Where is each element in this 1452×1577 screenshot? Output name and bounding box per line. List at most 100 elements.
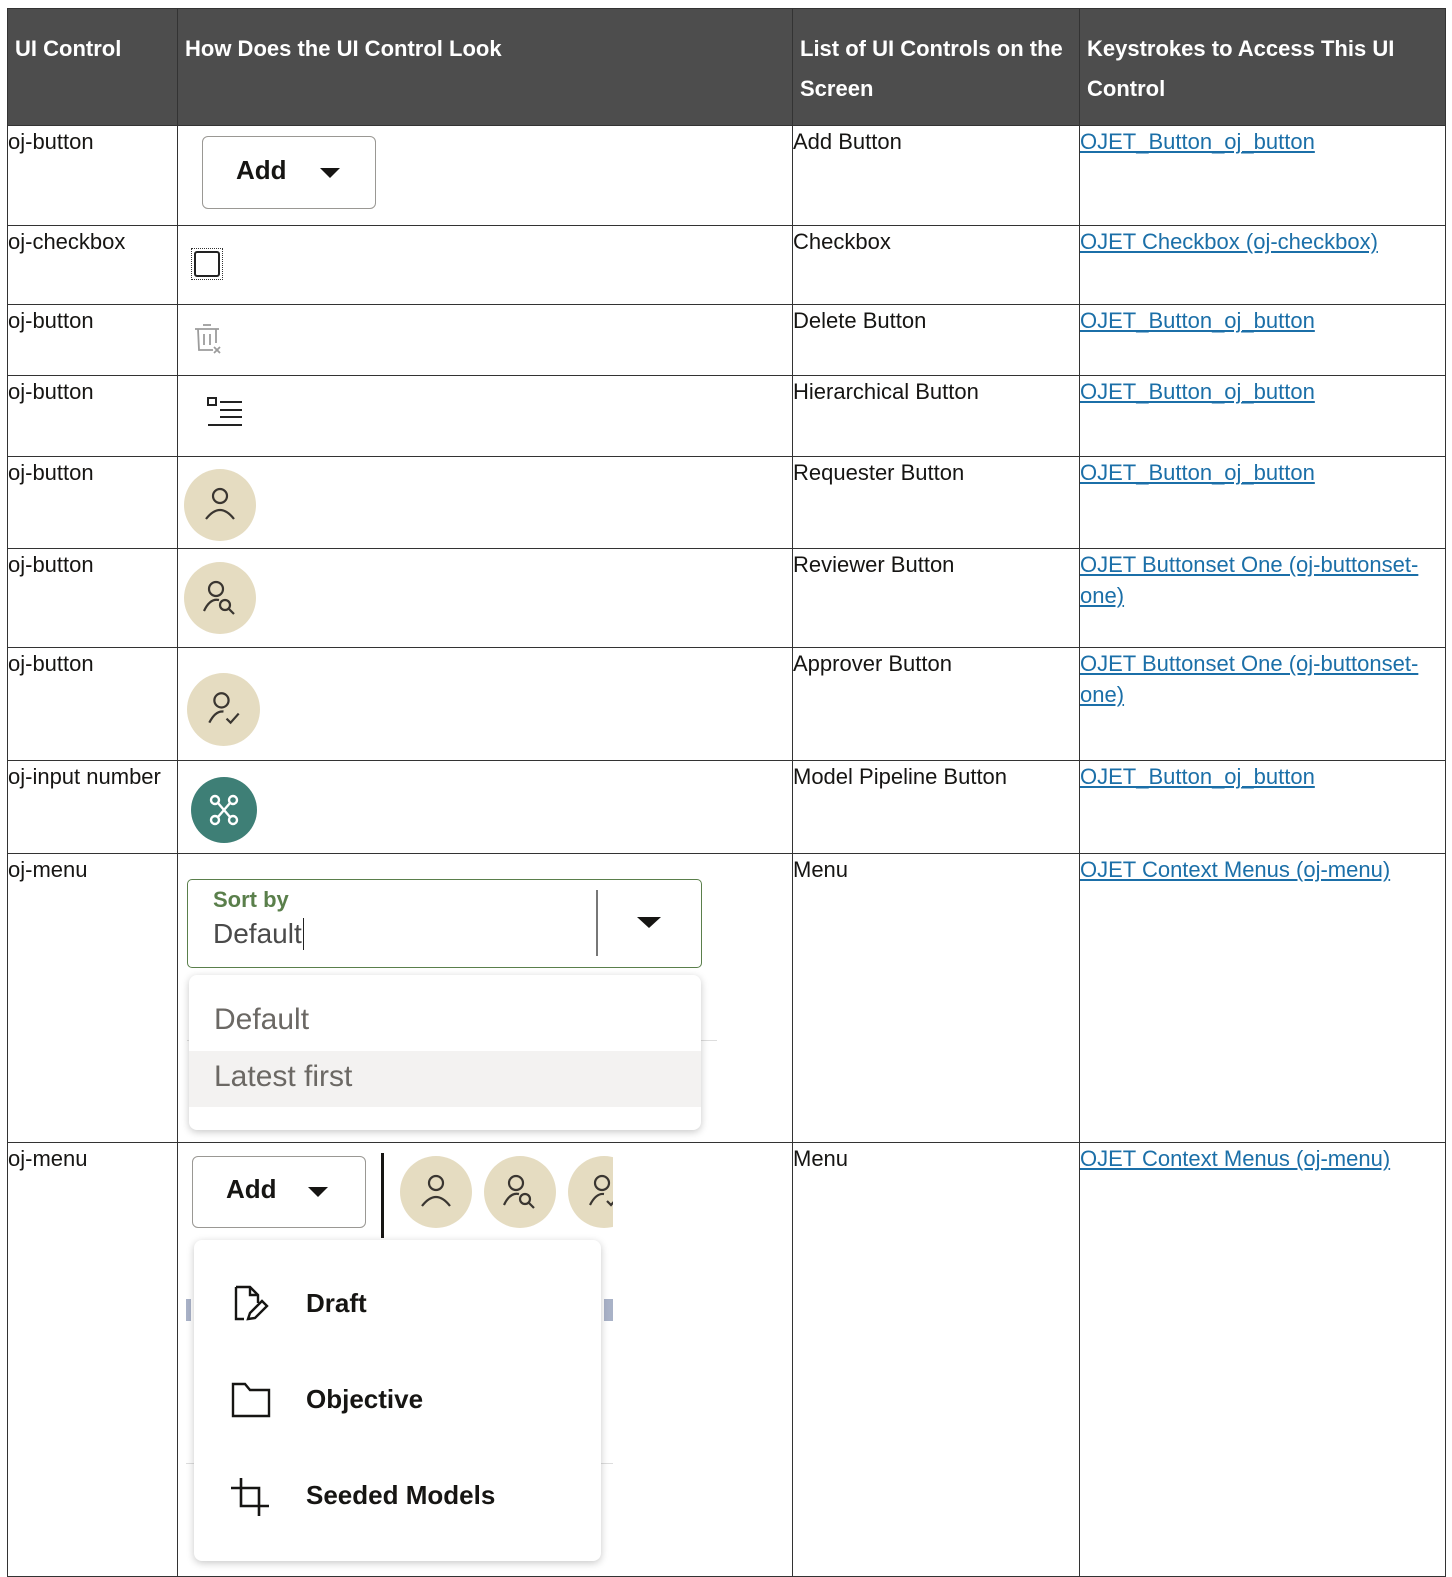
menu-item-objective[interactable]: Objective [306, 1384, 423, 1415]
link-cell: OJET Buttonset One (oj-buttonset-one) [1079, 548, 1446, 648]
table-row: oj-button Delete Button OJET_Button_oj_b… [7, 304, 1446, 376]
sort-options-menu: Default Latest first [189, 975, 701, 1130]
doc-link[interactable]: OJET_Button_oj_button [1080, 460, 1315, 485]
doc-link[interactable]: OJET Context Menus (oj-menu) [1080, 1146, 1390, 1171]
control-cell: oj-button [7, 304, 178, 376]
link-cell: OJET_Button_oj_button [1079, 760, 1446, 854]
control-cell: oj-button [7, 125, 178, 226]
chevron-down-icon[interactable] [637, 917, 661, 928]
requester-button[interactable] [184, 469, 256, 541]
menu-option-latest-first[interactable]: Latest first [214, 1060, 352, 1094]
separator [596, 890, 598, 956]
chevron-down-icon [320, 168, 340, 178]
control-cell: oj-input number [7, 760, 178, 854]
doc-link[interactable]: OJET_Button_oj_button [1080, 764, 1315, 789]
avatar-strip [400, 1156, 613, 1230]
doc-link[interactable]: OJET_Button_oj_button [1080, 308, 1315, 333]
table-row: oj-button Reviewer Button OJET Buttonset… [7, 548, 1446, 648]
list-cell: Requester Button [792, 456, 1080, 549]
visual-cell [177, 760, 793, 854]
table-row: oj-menu Sort by Default Default Latest f… [7, 853, 1446, 1143]
table-row: oj-button Hierarchical Button OJET_Butto… [7, 375, 1446, 457]
person-search-icon [203, 580, 235, 615]
hierarchy-icon[interactable] [206, 396, 246, 432]
header-look: How Does the UI Control Look [177, 8, 793, 126]
person-icon [205, 487, 235, 520]
delete-icon[interactable] [191, 321, 227, 357]
control-cell: oj-button [7, 647, 178, 761]
add-button-label: Add [226, 1174, 277, 1204]
doc-link[interactable]: OJET Context Menus (oj-menu) [1080, 857, 1390, 882]
link-cell: OJET Context Menus (oj-menu) [1079, 1142, 1446, 1577]
add-button[interactable]: Add [202, 136, 376, 209]
visual-cell: Add [177, 1142, 793, 1577]
visual-cell [177, 375, 793, 457]
sort-by-select[interactable]: Sort by Default [187, 879, 702, 968]
link-cell: OJET_Button_oj_button [1079, 456, 1446, 549]
checkbox[interactable] [191, 248, 223, 280]
link-cell: OJET_Button_oj_button [1079, 304, 1446, 376]
person-search-icon [503, 1174, 535, 1209]
doc-link[interactable]: OJET_Button_oj_button [1080, 379, 1315, 404]
visual-cell: Sort by Default Default Latest first [177, 853, 793, 1143]
model-pipeline-button[interactable] [191, 777, 257, 843]
ui-controls-table: UI Control How Does the UI Control Look … [7, 8, 1446, 1577]
pipeline-icon [209, 794, 239, 826]
doc-link[interactable]: OJET Checkbox (oj-checkbox) [1080, 229, 1378, 254]
table-row: oj-checkbox Checkbox OJET Checkbox (oj-c… [7, 225, 1446, 305]
person-check-icon [589, 1174, 613, 1207]
link-cell: OJET_Button_oj_button [1079, 375, 1446, 457]
table-row: oj-menu Add Draft Objective Seeded Model… [7, 1142, 1446, 1577]
requester-button[interactable] [400, 1156, 472, 1228]
chevron-down-icon [308, 1187, 328, 1197]
control-cell: oj-button [7, 375, 178, 457]
table-header-row: UI Control How Does the UI Control Look … [7, 8, 1446, 126]
doc-link[interactable]: OJET Buttonset One (oj-buttonset-one) [1080, 552, 1418, 608]
person-check-icon [208, 692, 240, 725]
doc-link[interactable]: OJET Buttonset One (oj-buttonset-one) [1080, 651, 1418, 707]
visual-cell [177, 456, 793, 549]
link-cell: OJET Checkbox (oj-checkbox) [1079, 225, 1446, 305]
menu-item-draft[interactable]: Draft [306, 1288, 367, 1319]
control-cell: oj-checkbox [7, 225, 178, 305]
reviewer-button[interactable] [184, 562, 256, 634]
approver-button[interactable] [187, 673, 260, 746]
sort-by-label: Sort by [213, 887, 289, 912]
approver-button[interactable] [568, 1156, 613, 1228]
control-cell: oj-menu [7, 853, 178, 1143]
add-menu: Draft Objective Seeded Models [194, 1240, 601, 1561]
background-fragment [186, 1299, 191, 1321]
list-cell: Model Pipeline Button [792, 760, 1080, 854]
checkbox-box-icon [194, 251, 220, 277]
reviewer-button[interactable] [484, 1156, 556, 1228]
person-icon [421, 1174, 451, 1207]
header-list: List of UI Controls on the Screen [792, 8, 1080, 126]
link-cell: OJET Context Menus (oj-menu) [1079, 853, 1446, 1143]
table-row: oj-input number Model Pipeline Button OJ… [7, 760, 1446, 854]
header-keystrokes: Keystrokes to Access This UI Control [1079, 8, 1446, 126]
background-fragment [604, 1299, 613, 1321]
table-row: oj-button Approver Button OJET Buttonset… [7, 647, 1446, 761]
list-cell: Hierarchical Button [792, 375, 1080, 457]
menu-option-default[interactable]: Default [214, 1003, 309, 1037]
visual-cell: Add [177, 125, 793, 226]
list-cell: Checkbox [792, 225, 1080, 305]
folder-icon [231, 1382, 271, 1418]
link-cell: OJET Buttonset One (oj-buttonset-one) [1079, 647, 1446, 761]
control-cell: oj-button [7, 456, 178, 549]
visual-cell [177, 225, 793, 305]
toolbar-divider [381, 1153, 384, 1238]
add-button-label: Add [236, 155, 287, 185]
visual-cell [177, 647, 793, 761]
list-cell: Approver Button [792, 647, 1080, 761]
draft-icon [234, 1285, 269, 1321]
table-row: oj-button Requester Button OJET_Button_o… [7, 456, 1446, 549]
list-cell: Add Button [792, 125, 1080, 226]
add-button[interactable]: Add [192, 1156, 366, 1228]
link-cell: OJET_Button_oj_button [1079, 125, 1446, 226]
crop-icon [231, 1478, 269, 1516]
control-cell: oj-menu [7, 1142, 178, 1577]
visual-cell [177, 304, 793, 376]
doc-link[interactable]: OJET_Button_oj_button [1080, 129, 1315, 154]
menu-item-seeded-models[interactable]: Seeded Models [306, 1480, 495, 1511]
